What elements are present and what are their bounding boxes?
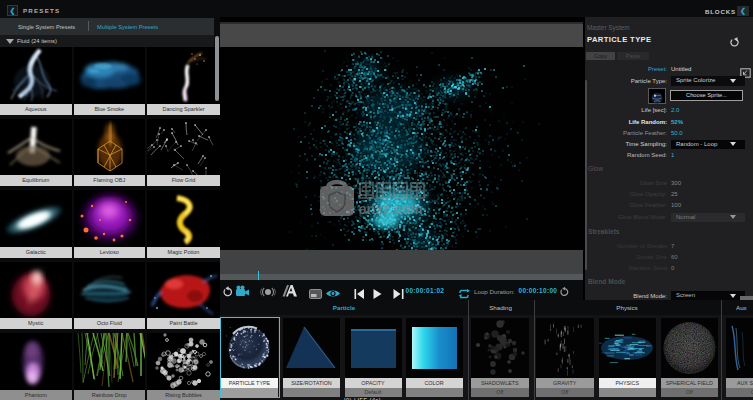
svg-text:anxz.com: anxz.com — [359, 201, 423, 217]
